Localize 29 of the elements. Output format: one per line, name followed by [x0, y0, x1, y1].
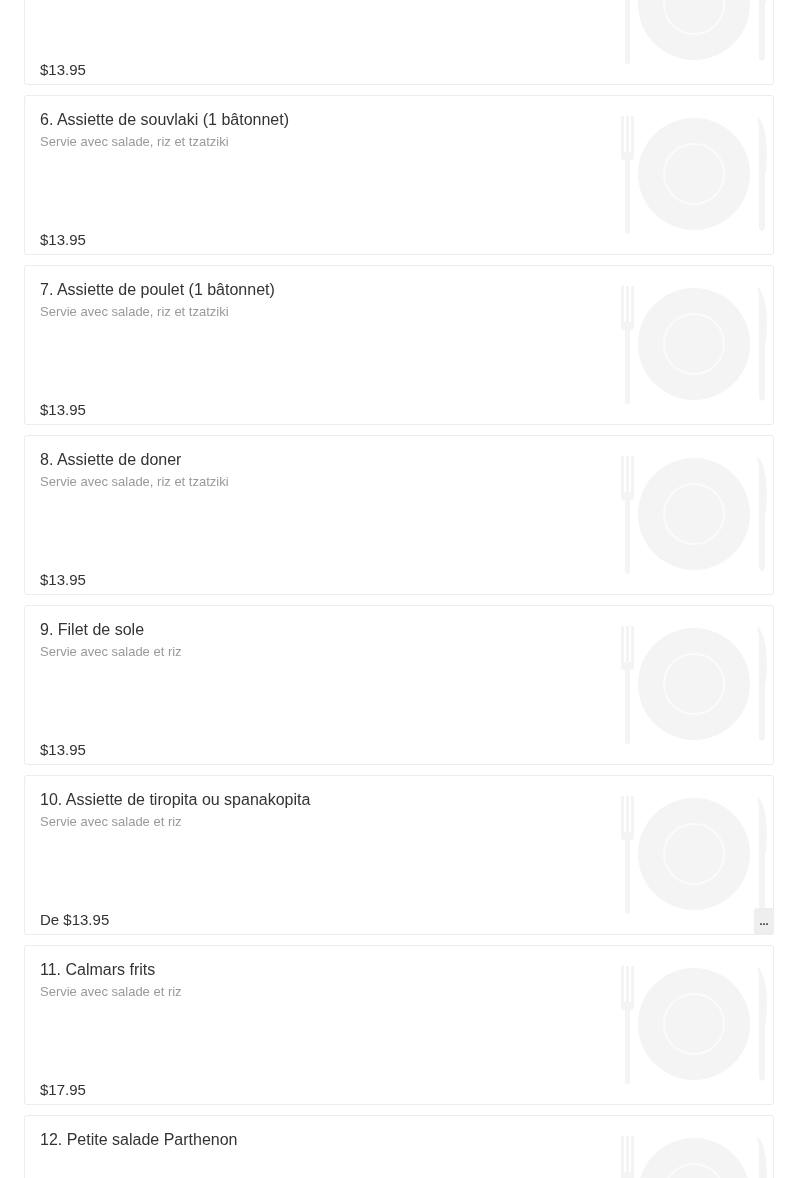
- menu-item-card[interactable]: 8. Assiette de doner Servie avec salade, riz et tzatziki $13.95: [24, 435, 774, 595]
- item-title: 8. Assiette de doner: [40, 450, 183, 470]
- item-price: $13.95: [40, 60, 87, 80]
- item-title: 6. Assiette de souvlaki (1 bâtonnet): [40, 110, 291, 130]
- item-title: 10. Assiette de tiropita ou spanakopita: [40, 790, 312, 810]
- more-button[interactable]: ...: [754, 908, 774, 935]
- item-description: Servie avec salade et riz: [40, 644, 183, 660]
- item-description: Servie avec salade, riz et tzatziki: [40, 304, 230, 320]
- item-price: $13.95: [40, 400, 87, 420]
- item-title: 9. Filet de sole: [40, 620, 146, 640]
- item-description: Servie avec salade, riz et tzatziki: [40, 474, 230, 490]
- menu-item-card[interactable]: 7. Assiette de poulet (1 bâtonnet) Servie avec salade, riz et tzatziki $13.95: [24, 265, 774, 425]
- item-price: $13.95: [40, 570, 87, 590]
- item-price: $17.95: [40, 1080, 87, 1100]
- menu-item-card[interactable]: 12. Petite salade Parthenon: [24, 1115, 774, 1178]
- item-title: 7. Assiette de poulet (1 bâtonnet): [40, 280, 276, 300]
- item-price: De $13.95: [40, 910, 111, 930]
- item-description: Servie avec salade et riz: [40, 984, 183, 1000]
- item-title: 12. Petite salade Parthenon: [40, 1130, 239, 1150]
- item-price: $13.95: [40, 740, 87, 760]
- menu-item-card[interactable]: 11. Calmars frits Servie avec salade et riz $17.95: [24, 945, 774, 1105]
- item-price: $13.95: [40, 230, 87, 250]
- menu-item-card[interactable]: 6. Assiette de souvlaki (1 bâtonnet) Servie avec salade, riz et tzatziki $13.95: [24, 95, 774, 255]
- item-title: 11. Calmars frits: [40, 960, 157, 980]
- menu-item-card[interactable]: 10. Assiette de tiropita ou spanakopita Servie avec salade et riz De $13.95 ...: [24, 775, 774, 935]
- menu-item-card[interactable]: $13.95: [24, 0, 774, 85]
- menu-item-card[interactable]: 9. Filet de sole Servie avec salade et riz $13.95: [24, 605, 774, 765]
- item-description: Servie avec salade, riz et tzatziki: [40, 134, 230, 150]
- item-description: Servie avec salade et riz: [40, 814, 183, 830]
